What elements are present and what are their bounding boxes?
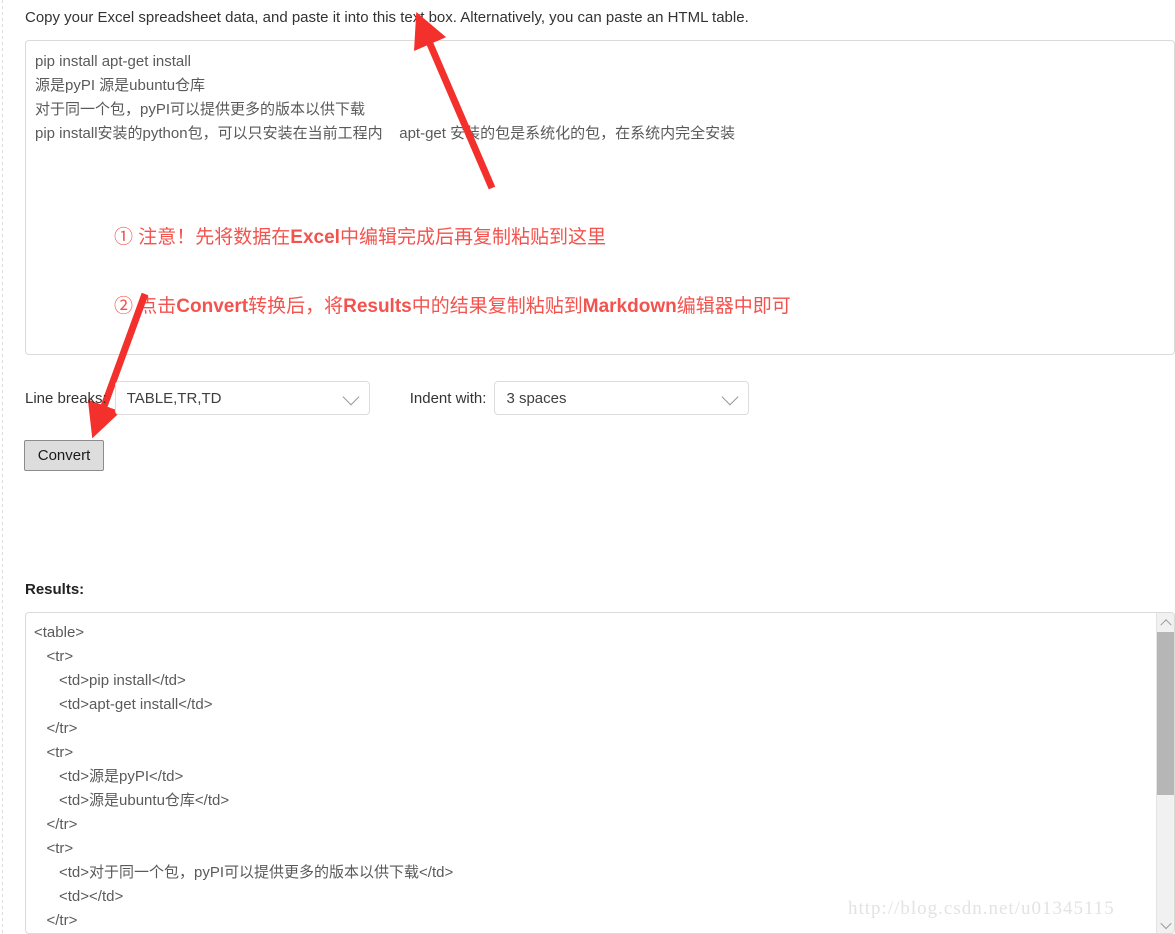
page-left-edge-rule [2,0,3,934]
scrollbar-thumb[interactable] [1157,632,1174,795]
results-textarea[interactable]: <table> <tr> <td>pip install</td> <td>ap… [25,612,1175,934]
indent-with-label: Indent with: [409,389,487,407]
line-breaks-label: Line breaks: [25,389,107,407]
input-text-line: 对于同一个包，pyPI可以提供更多的版本以供下载 [35,101,366,118]
input-text-line: pip install apt-get install [35,53,191,70]
convert-button[interactable]: Convert [24,440,104,471]
options-row: Line breaks: TABLE,TR,TD Indent with: 3 … [25,379,750,417]
result-text-line: <td>源是pyPI</td> [34,768,184,785]
scrollbar-up-button[interactable] [1157,613,1174,630]
results-scrollbar[interactable] [1156,613,1174,933]
scrollbar-down-button[interactable] [1157,916,1174,933]
input-text-line: pip install安装的python包，可以只安装在当前工程内 apt-ge… [35,125,736,142]
line-breaks-selected-value: TABLE,TR,TD [126,389,222,407]
annotation-text: 转换后，将 [248,296,344,317]
chevron-down-icon [1159,917,1172,929]
annotation-text: 编辑器中即可 [676,296,791,317]
result-text-line: <td>对于同一个包，pyPI可以提供更多的版本以供下载</td> [34,864,454,881]
result-text-line: <tr> [34,840,74,857]
result-text-line: <td>apt-get install</td> [34,696,213,713]
result-text-line: <table> [34,624,85,641]
annotation-text: 中编辑完成后再复制粘贴到这里 [339,227,606,248]
result-text-line: </tr> [34,720,78,737]
excel-paste-content: pip install apt-get install 源是pyPI 源是ubun… [35,50,1164,146]
watermark-text: http://blog.csdn.net/u01345115 [848,898,1115,919]
excel-paste-textarea[interactable]: pip install apt-get install 源是pyPI 源是ubun… [25,40,1175,355]
page-intro-text: Copy your Excel spreadsheet data, and pa… [25,9,749,26]
annotation-emphasis: Markdown [582,296,677,317]
result-text-line: <tr> [34,744,74,761]
indent-with-selected-value: 3 spaces [506,389,567,407]
annotation-emphasis: Excel [290,227,340,248]
chevron-down-icon [342,388,360,406]
annotation-one: ① 注意！先将数据在Excel中编辑完成后再复制粘贴到这里 [114,225,606,251]
results-label: Results: [25,581,85,598]
annotation-emphasis: Convert [176,296,249,317]
result-text-line: </tr> [34,816,78,833]
line-breaks-select[interactable]: TABLE,TR,TD [114,381,370,415]
result-text-line: <td>源是ubuntu仓库</td> [34,792,230,809]
annotation-text: ② 点击 [114,296,177,317]
annotation-two: ② 点击Convert转换后，将Results中的结果复制粘贴到Markdown… [114,294,791,320]
results-content: <table> <tr> <td>pip install</td> <td>ap… [26,613,1156,933]
indent-with-select[interactable]: 3 spaces [494,381,750,415]
result-text-line: <td>pip install</td> [34,672,186,689]
annotation-text: ① 注意！先将数据在 [114,227,291,248]
annotation-emphasis: Results [343,296,412,317]
chevron-up-icon [1159,618,1172,630]
input-text-line: 源是pyPI 源是ubuntu仓库 [35,77,206,94]
result-text-line: <tr> [34,648,74,665]
chevron-down-icon [721,388,739,406]
annotation-text: 中的结果复制粘贴到 [411,296,583,317]
